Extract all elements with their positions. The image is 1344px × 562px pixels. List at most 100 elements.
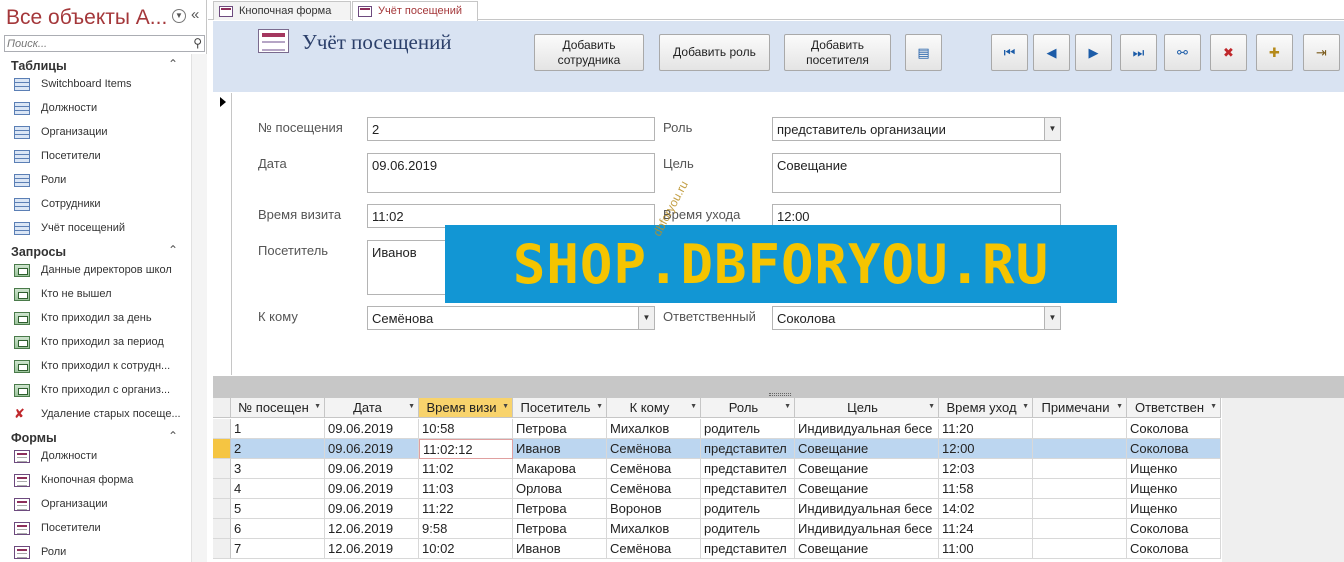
record-selector[interactable] [213, 93, 232, 375]
column-header[interactable]: № посещен ▼ [231, 398, 325, 418]
table-cell[interactable]: Петрова [513, 499, 607, 519]
find-binoculars-icon[interactable]: ⚯ [1164, 34, 1201, 71]
table-cell[interactable]: 12:00 [939, 439, 1033, 459]
column-header[interactable]: Время уход ▼ [939, 398, 1033, 418]
chevron-down-icon[interactable]: ▼ [1022, 403, 1029, 410]
add-visitor-button[interactable]: Добавить посетителя [784, 34, 891, 71]
table-cell[interactable]: Соколова [1127, 539, 1221, 559]
table-cell[interactable]: Михалков [607, 419, 701, 439]
table-cell[interactable]: 09.06.2019 [325, 459, 419, 479]
responsible-combo[interactable]: Соколова ▼ [772, 306, 1061, 330]
tab-switchboard-form[interactable]: Кнопочная форма [213, 1, 351, 20]
splitter-grip-icon[interactable] [769, 393, 791, 396]
table-cell[interactable]: 12.06.2019 [325, 539, 419, 559]
table-cell[interactable]: 3 [231, 459, 325, 479]
close-form-icon[interactable]: ⇥ [1303, 34, 1340, 71]
row-selector[interactable] [213, 539, 231, 559]
previous-record-icon[interactable]: ◀ [1033, 34, 1070, 71]
table-cell[interactable]: Совещание [795, 539, 939, 559]
column-header[interactable]: Ответствен ▼ [1127, 398, 1221, 418]
row-selector[interactable] [213, 499, 231, 519]
table-cell[interactable]: Петрова [513, 419, 607, 439]
table-cell[interactable]: Ищенко [1127, 479, 1221, 499]
chevron-up-icon[interactable]: ⌃ [168, 243, 178, 257]
table-cell[interactable]: Макарова [513, 459, 607, 479]
nav-group-header[interactable]: Формы ⌃ [0, 428, 190, 448]
row-selector[interactable] [213, 419, 231, 439]
table-cell[interactable]: Семёнова [607, 479, 701, 499]
column-header[interactable]: К кому ▼ [607, 398, 701, 418]
table-cell[interactable]: родитель [701, 499, 795, 519]
chevron-up-icon[interactable]: ⌃ [168, 429, 178, 443]
row-selector[interactable] [213, 459, 231, 479]
select-all-corner[interactable] [213, 398, 231, 418]
nav-item[interactable]: Организации [0, 494, 190, 516]
nav-search-input[interactable] [5, 36, 185, 52]
table-cell[interactable]: Совещание [795, 439, 939, 459]
chevron-down-icon[interactable]: ▼ [596, 403, 603, 410]
add-role-button[interactable]: Добавить роль [659, 34, 770, 71]
nav-item[interactable]: Кто не вышел [0, 284, 190, 306]
table-cell[interactable]: 09.06.2019 [325, 439, 419, 459]
table-cell[interactable] [1033, 459, 1127, 479]
table-cell[interactable]: Семёнова [607, 439, 701, 459]
table-cell[interactable]: 09.06.2019 [325, 479, 419, 499]
column-header[interactable]: Время визи ▼ [419, 398, 513, 418]
table-cell[interactable]: 1 [231, 419, 325, 439]
chevron-down-icon[interactable]: ▼ [502, 403, 509, 410]
nav-group-header[interactable]: Запросы ⌃ [0, 242, 190, 262]
purpose-field[interactable]: Совещание [772, 153, 1061, 193]
to-whom-combo[interactable]: Семёнова ▼ [367, 306, 655, 330]
column-header[interactable]: Дата ▼ [325, 398, 419, 418]
table-cell[interactable]: представител [701, 479, 795, 499]
chevron-up-icon[interactable]: ⌃ [168, 57, 178, 71]
table-cell[interactable] [1033, 439, 1127, 459]
table-cell[interactable]: родитель [701, 419, 795, 439]
table-cell[interactable]: 09.06.2019 [325, 499, 419, 519]
chevron-down-icon[interactable]: ▼ [408, 403, 415, 410]
nav-item[interactable]: Организации [0, 122, 190, 144]
table-cell[interactable]: Ищенко [1127, 459, 1221, 479]
table-cell[interactable]: родитель [701, 519, 795, 539]
tab-visits[interactable]: Учёт посещений [352, 1, 478, 21]
table-cell[interactable]: 11:00 [939, 539, 1033, 559]
table-cell[interactable]: 4 [231, 479, 325, 499]
chevron-down-icon[interactable]: ▼ [1044, 307, 1060, 329]
nav-scrollbar[interactable] [191, 54, 207, 562]
nav-item[interactable]: Должности [0, 98, 190, 120]
nav-item[interactable]: Роли [0, 542, 190, 562]
new-record-icon[interactable]: ✚ [1256, 34, 1293, 71]
column-header[interactable]: Цель ▼ [795, 398, 939, 418]
nav-item[interactable]: Switchboard Items [0, 74, 190, 96]
table-cell[interactable]: 10:58 [419, 419, 513, 439]
table-cell[interactable] [1033, 419, 1127, 439]
nav-item[interactable]: Кто приходил за период [0, 332, 190, 354]
table-cell[interactable]: 11:22 [419, 499, 513, 519]
chevron-down-icon[interactable]: ▼ [928, 403, 935, 410]
table-cell[interactable]: Семёнова [607, 459, 701, 479]
nav-item[interactable]: Данные директоров школ [0, 260, 190, 282]
nav-item[interactable]: Посетители [0, 146, 190, 168]
search-icon[interactable]: ⚲ [193, 36, 202, 50]
chevron-down-icon[interactable]: ▼ [1116, 403, 1123, 410]
chevron-down-icon[interactable]: ▼ [690, 403, 697, 410]
column-header[interactable]: Роль ▼ [701, 398, 795, 418]
table-cell[interactable]: 6 [231, 519, 325, 539]
table-cell[interactable]: Индивидуальная бесе [795, 419, 939, 439]
table-cell[interactable]: 9:58 [419, 519, 513, 539]
table-cell[interactable]: Индивидуальная бесе [795, 519, 939, 539]
table-cell[interactable]: Иванов [513, 439, 607, 459]
chevron-down-icon[interactable]: ▼ [638, 307, 654, 329]
table-cell[interactable] [1033, 519, 1127, 539]
table-cell[interactable]: Михалков [607, 519, 701, 539]
table-cell[interactable]: Петрова [513, 519, 607, 539]
table-cell[interactable]: 11:02:12 [419, 439, 513, 459]
role-combo[interactable]: представитель организации ▼ [772, 117, 1061, 141]
table-cell[interactable]: 12:03 [939, 459, 1033, 479]
nav-item[interactable]: Должности [0, 446, 190, 468]
row-selector[interactable] [213, 519, 231, 539]
table-cell[interactable]: Совещание [795, 479, 939, 499]
nav-item[interactable]: Кнопочная форма [0, 470, 190, 492]
nav-item[interactable]: Роли [0, 170, 190, 192]
date-field[interactable]: 09.06.2019 [367, 153, 655, 193]
